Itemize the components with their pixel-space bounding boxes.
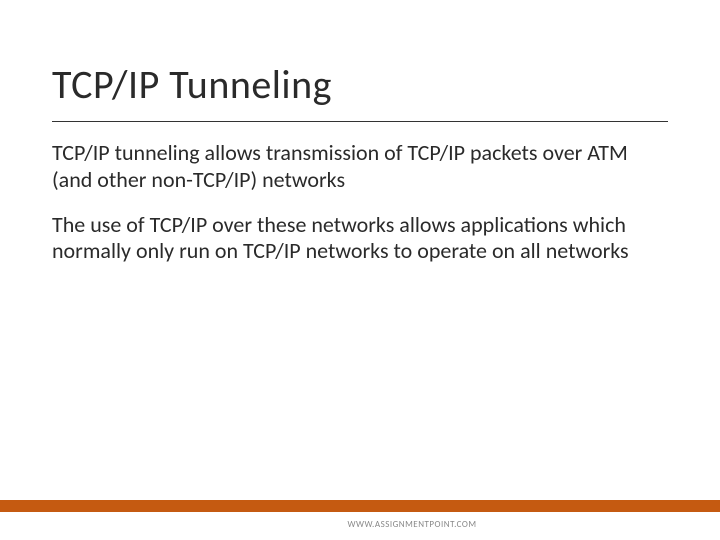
slide-container: TCP/IP Tunneling TCP/IP tunneling allows…	[0, 0, 720, 540]
paragraph-1: TCP/IP tunneling allows transmission of …	[52, 140, 668, 194]
slide-title: TCP/IP Tunneling	[52, 60, 668, 122]
footer-url: WWW.ASSIGNMENTPOINT.COM	[52, 519, 720, 530]
footer-accent-bar	[0, 500, 720, 512]
paragraph-2: The use of TCP/IP over these networks al…	[52, 212, 668, 266]
